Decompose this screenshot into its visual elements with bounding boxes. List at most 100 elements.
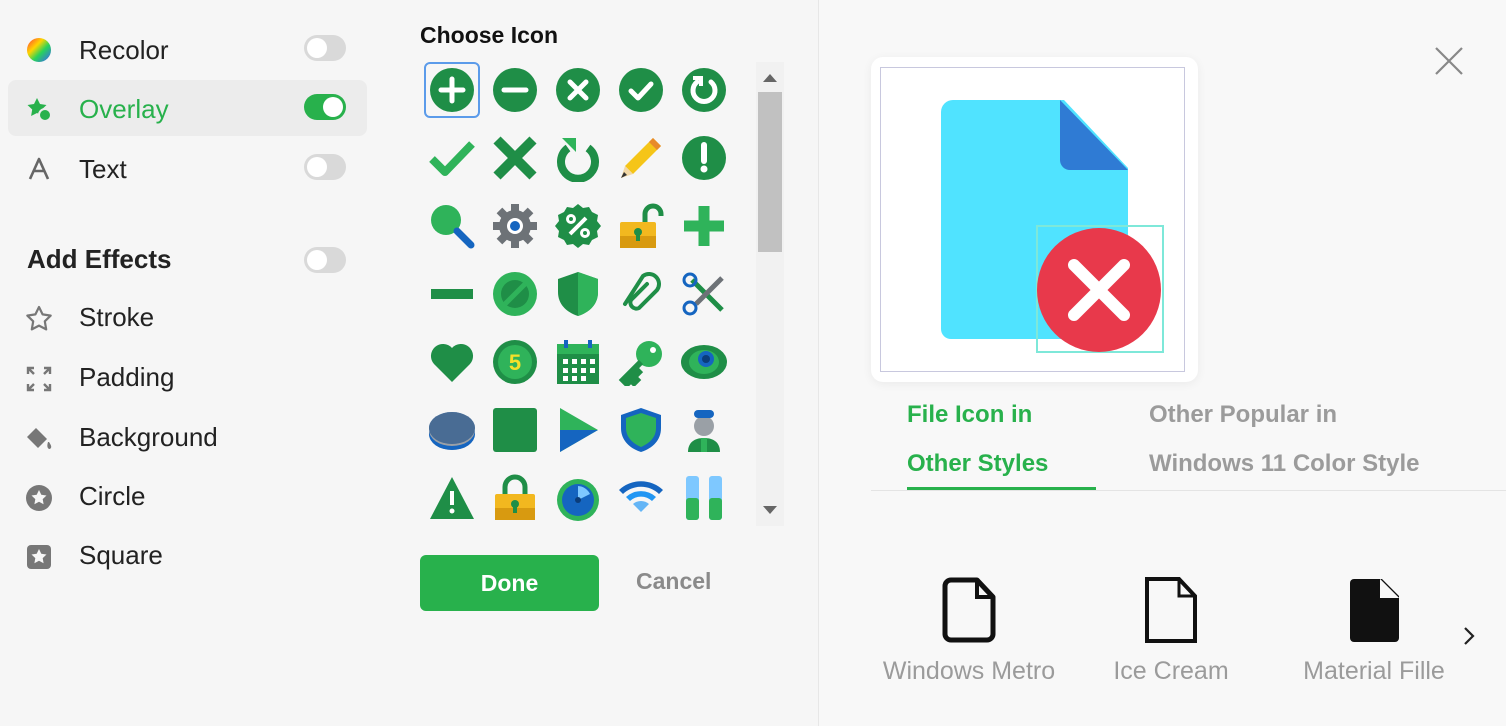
option-overlay[interactable]: Overlay bbox=[8, 80, 367, 136]
overlay-star-icon bbox=[27, 98, 52, 122]
icon-editor-dialog: Recolor Overlay Text Add Effects Stroke bbox=[0, 0, 1506, 726]
icon-option[interactable] bbox=[550, 402, 606, 458]
eye-icon bbox=[681, 345, 727, 379]
rotate-arrow-icon bbox=[557, 138, 599, 182]
icon-option[interactable] bbox=[676, 62, 732, 118]
recolor-toggle[interactable] bbox=[304, 35, 346, 61]
icon-option[interactable] bbox=[613, 266, 669, 322]
icon-option[interactable] bbox=[550, 266, 606, 322]
magnifier-icon bbox=[431, 205, 475, 249]
icon-option[interactable] bbox=[487, 130, 543, 186]
icon-option[interactable] bbox=[487, 198, 543, 254]
file-filled-icon bbox=[1350, 579, 1399, 642]
icon-option[interactable] bbox=[550, 198, 606, 254]
icon-option[interactable] bbox=[550, 130, 606, 186]
option-text[interactable]: Text bbox=[8, 140, 367, 196]
effect-square[interactable]: Square bbox=[24, 536, 324, 576]
icon-option[interactable] bbox=[487, 402, 543, 458]
cancel-circle-icon bbox=[493, 272, 537, 316]
options-panel: Recolor Overlay Text Add Effects Stroke bbox=[0, 0, 400, 726]
number-5-icon: 5 bbox=[493, 340, 537, 384]
icon-option[interactable] bbox=[550, 62, 606, 118]
icon-option[interactable] bbox=[424, 470, 480, 526]
icon-grid-scrollbar[interactable] bbox=[756, 62, 784, 526]
close-circle-icon bbox=[556, 68, 600, 112]
effects-toggle[interactable] bbox=[304, 247, 346, 273]
icon-option[interactable] bbox=[613, 62, 669, 118]
icon-option[interactable] bbox=[424, 198, 480, 254]
wifi-icon bbox=[619, 481, 663, 512]
icon-option[interactable] bbox=[424, 62, 480, 118]
style-material-filled[interactable]: Material Fille bbox=[1274, 575, 1447, 686]
effect-label: Circle bbox=[79, 481, 146, 511]
star-outline-icon bbox=[26, 305, 52, 331]
icon-option[interactable] bbox=[676, 130, 732, 186]
icon-option[interactable] bbox=[613, 470, 669, 526]
option-label: Recolor bbox=[79, 35, 169, 65]
user-icon bbox=[688, 410, 720, 452]
square-star-icon bbox=[27, 545, 51, 569]
icon-option[interactable] bbox=[424, 130, 480, 186]
effect-circle[interactable]: Circle bbox=[24, 477, 324, 517]
locked-padlock-icon bbox=[495, 474, 535, 520]
stopwatch-icon bbox=[557, 479, 599, 521]
checkmark-icon bbox=[429, 141, 475, 176]
icon-chooser-panel: Choose Icon 5 Done Cancel bbox=[400, 0, 818, 726]
icon-option[interactable] bbox=[550, 470, 606, 526]
svg-text:5: 5 bbox=[509, 350, 521, 375]
effect-padding[interactable]: Padding bbox=[24, 358, 324, 398]
icon-option[interactable] bbox=[487, 266, 543, 322]
icon-option[interactable] bbox=[676, 402, 732, 458]
icon-option[interactable] bbox=[487, 62, 543, 118]
calendar-icon bbox=[557, 340, 599, 384]
scroll-up-arrow-icon[interactable] bbox=[763, 74, 777, 82]
percent-badge-icon bbox=[555, 204, 601, 248]
style-label: Ice Cream bbox=[1113, 657, 1229, 685]
scroll-thumb[interactable] bbox=[758, 92, 782, 252]
icon-option[interactable] bbox=[676, 198, 732, 254]
icon-option[interactable] bbox=[676, 266, 732, 322]
style-ice-cream[interactable]: Ice Cream bbox=[1071, 575, 1271, 686]
icon-option[interactable] bbox=[613, 130, 669, 186]
style-label: Windows Metro bbox=[882, 657, 1056, 685]
effect-background[interactable]: Background bbox=[24, 418, 324, 458]
icon-option[interactable] bbox=[613, 334, 669, 390]
option-recolor[interactable]: Recolor bbox=[8, 21, 367, 77]
paint-bucket-icon bbox=[27, 428, 52, 449]
minus-bar-icon bbox=[431, 289, 473, 299]
icon-option[interactable] bbox=[550, 334, 606, 390]
unlocked-padlock-icon bbox=[620, 203, 664, 248]
done-button[interactable]: Done bbox=[420, 555, 599, 611]
key-icon bbox=[618, 341, 662, 386]
scissors-icon bbox=[682, 272, 724, 316]
style-windows-metro[interactable]: Windows Metro bbox=[869, 575, 1069, 686]
file-outline-icon bbox=[1145, 577, 1197, 643]
icon-option[interactable] bbox=[424, 334, 480, 390]
x-mark-icon bbox=[493, 136, 537, 180]
choose-icon-title: Choose Icon bbox=[420, 22, 559, 48]
chevron-right-icon[interactable] bbox=[1459, 624, 1479, 648]
overlay-toggle[interactable] bbox=[304, 94, 346, 120]
text-toggle[interactable] bbox=[304, 154, 346, 180]
icon-option[interactable] bbox=[424, 266, 480, 322]
cancel-button[interactable]: Cancel bbox=[636, 568, 711, 595]
settings-gear-icon bbox=[493, 204, 537, 248]
add-circle-icon bbox=[430, 68, 474, 112]
icon-option[interactable] bbox=[676, 470, 732, 526]
icon-option[interactable] bbox=[676, 334, 732, 390]
effect-stroke[interactable]: Stroke bbox=[24, 298, 324, 338]
shield-check-icon bbox=[621, 408, 661, 452]
icon-option[interactable] bbox=[613, 402, 669, 458]
disc-icon bbox=[429, 412, 475, 450]
minus-circle-icon bbox=[493, 68, 537, 112]
padding-arrows-icon bbox=[26, 366, 52, 392]
icon-option[interactable] bbox=[487, 470, 543, 526]
scroll-down-arrow-icon[interactable] bbox=[763, 506, 777, 514]
shield-icon bbox=[558, 272, 598, 316]
styles-carousel: Windows Metro Ice Cream Material Fille bbox=[819, 0, 1447, 726]
text-a-icon bbox=[28, 157, 50, 180]
icon-option[interactable]: 5 bbox=[487, 334, 543, 390]
circle-star-icon bbox=[26, 485, 52, 511]
icon-option[interactable] bbox=[613, 198, 669, 254]
icon-option[interactable] bbox=[424, 402, 480, 458]
